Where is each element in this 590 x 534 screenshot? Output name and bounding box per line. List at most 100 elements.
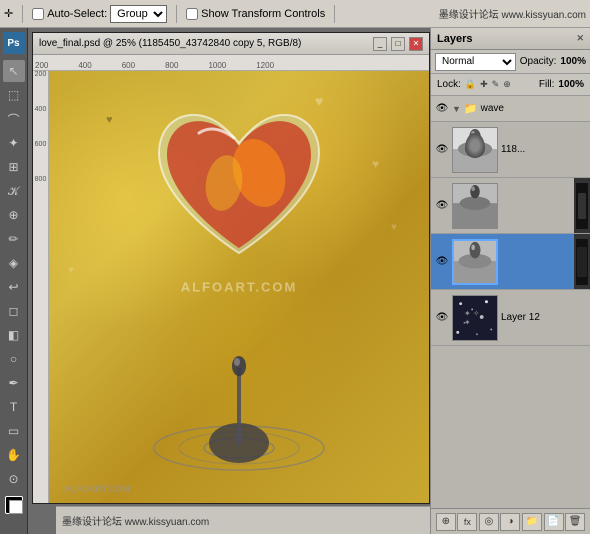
separator-2 (176, 5, 177, 23)
eraser-tool[interactable]: ◻ (3, 300, 25, 322)
ruler-tick-800: 800 (165, 61, 178, 70)
panel-close-button[interactable]: ✕ (576, 33, 584, 44)
new-group-button[interactable]: 📁 (522, 513, 542, 531)
crop-tool[interactable]: ⊞ (3, 156, 25, 178)
ruler-h-content: 200 400 600 800 1000 1200 (33, 55, 304, 70)
layer1-thumb (452, 127, 498, 173)
show-transform-group: Show Transform Controls (186, 8, 325, 20)
ruler-tick-1000: 1000 (208, 61, 226, 70)
left-toolbar: Ps ↖ ⬚ ⌒ ✦ ⊞ 𝒦 ⊕ ✏ ◈ ↩ ◻ ◧ ○ ✒ T ▭ ✋ ⊙ (0, 28, 28, 534)
ruler-tick-v-400: 400 (35, 106, 47, 113)
layer-item-3[interactable]: 👁 (431, 234, 590, 290)
blend-mode-select[interactable]: Normal (435, 53, 516, 71)
layer2-eye[interactable]: 👁 (435, 199, 449, 213)
ruler-tick-600: 600 (122, 61, 135, 70)
pen-tool[interactable]: ✒ (3, 372, 25, 394)
zoom-tool[interactable]: ⊙ (3, 468, 25, 490)
ruler-tick-v-200: 200 (35, 71, 47, 78)
show-transform-label: Show Transform Controls (201, 8, 325, 20)
foreground-color[interactable] (5, 496, 23, 514)
ruler-tick-200: 200 (35, 61, 48, 70)
new-layer-button[interactable]: 📄 (544, 513, 564, 531)
fill-label: Fill: (539, 79, 555, 90)
layer1-eye[interactable]: 👁 (435, 143, 449, 157)
heart-image (139, 93, 339, 293)
healing-tool[interactable]: ⊕ (3, 204, 25, 226)
layer3-thumb (452, 239, 498, 285)
layer3-eye[interactable]: 👁 (435, 255, 449, 269)
bokeh-heart-3: ♥ (372, 157, 384, 169)
layer4-info: Layer 12 (501, 312, 586, 323)
clone-tool[interactable]: ◈ (3, 252, 25, 274)
group-name: wave (481, 103, 504, 114)
opacity-label: Opacity: (520, 56, 557, 67)
ruler-tick-v-600: 600 (35, 141, 47, 148)
canvas-titlebar: love_final.psd @ 25% (1185450_43742840 c… (33, 33, 429, 55)
layer-item-1[interactable]: 👁 118... (431, 122, 590, 178)
layer1-info: 118... (501, 144, 586, 155)
ruler-horizontal: 200 400 600 800 1000 1200 (33, 55, 429, 71)
canvas-area: love_final.psd @ 25% (1185450_43742840 c… (28, 28, 430, 534)
minimize-button[interactable]: _ (373, 37, 387, 51)
eyedropper-tool[interactable]: 𝒦 (3, 180, 25, 202)
canvas-window: love_final.psd @ 25% (1185450_43742840 c… (32, 32, 430, 504)
main-area: Ps ↖ ⬚ ⌒ ✦ ⊞ 𝒦 ⊕ ✏ ◈ ↩ ◻ ◧ ○ ✒ T ▭ ✋ ⊙ l… (0, 28, 590, 534)
ruler-tick-1200: 1200 (256, 61, 274, 70)
separator-3 (334, 5, 335, 23)
show-transform-checkbox[interactable] (186, 8, 198, 20)
group-arrow-icon[interactable]: ▼ (452, 104, 461, 114)
top-toolbar: ✛ Auto-Select: Group Show Transform Cont… (0, 0, 590, 28)
layer-item-4[interactable]: 👁 Layer 12 (431, 290, 590, 346)
fx-button[interactable]: fx (457, 513, 477, 531)
type-tool[interactable]: T (3, 396, 25, 418)
mask-button[interactable]: ◎ (479, 513, 499, 531)
layer4-name: Layer 12 (501, 312, 586, 323)
history-brush[interactable]: ↩ (3, 276, 25, 298)
layers-panel-title: Layers (437, 33, 472, 45)
canvas-watermark: ALFOART.COM (181, 280, 298, 295)
position-lock-icon[interactable]: ⊕ (503, 79, 511, 90)
layers-panel-header: Layers ✕ (431, 28, 590, 50)
group-select[interactable]: Group (110, 5, 167, 23)
adjustment-button[interactable]: ◑ (500, 513, 520, 531)
move-tool[interactable]: ↖ (3, 60, 25, 82)
layer2-right-mask (574, 178, 590, 233)
brush-tool[interactable]: ✏ (3, 228, 25, 250)
layer4-thumb (452, 295, 498, 341)
move-lock-icon[interactable]: ✚ (480, 79, 488, 90)
maximize-button[interactable]: □ (391, 37, 405, 51)
layer2-thumb (452, 183, 498, 229)
lock-row: Lock: 🔒 ✚ ✎ ⊕ Fill: 100% (431, 74, 590, 96)
magic-wand-tool[interactable]: ✦ (3, 132, 25, 154)
layer-item-2[interactable]: 👁 (431, 178, 590, 234)
canvas-image: ♥ ♥ ♥ ♥ ♥ (49, 71, 429, 503)
layer-list: 👁 ▼ 📁 wave 👁 118... (431, 96, 590, 508)
delete-layer-button[interactable]: 🗑 (565, 513, 585, 531)
layer-group-wave[interactable]: 👁 ▼ 📁 wave (431, 96, 590, 122)
layer1-name: 118... (501, 144, 586, 155)
fill-value: 100% (558, 79, 584, 90)
group-folder-icon: 📁 (464, 102, 478, 115)
close-button[interactable]: ✕ (409, 37, 423, 51)
ruler-vertical: 200 400 600 800 (33, 71, 49, 503)
gradient-tool[interactable]: ◧ (3, 324, 25, 346)
group-eye-icon[interactable]: 👁 (435, 102, 449, 116)
layer4-eye[interactable]: 👁 (435, 311, 449, 325)
shape-tool[interactable]: ▭ (3, 420, 25, 442)
dodge-tool[interactable]: ○ (3, 348, 25, 370)
hand-tool[interactable]: ✋ (3, 444, 25, 466)
move-tool-icon: ✛ (4, 7, 13, 20)
bottom-status-bar: 墨缘设计论坛 www.kissyuan.com (56, 506, 430, 534)
auto-select-checkbox[interactable] (32, 8, 44, 20)
canvas-content: ♥ ♥ ♥ ♥ ♥ (49, 71, 429, 503)
ruler-tick-v-800: 800 (35, 176, 47, 183)
selection-tool[interactable]: ⬚ (3, 84, 25, 106)
ruler-tick-400: 400 (78, 61, 91, 70)
lock-icon[interactable]: 🔒 (465, 79, 476, 90)
ps-logo: Ps (3, 32, 25, 54)
layers-panel: Layers ✕ Normal Opacity: 100% Lock: 🔒 ✚ … (430, 28, 590, 534)
link-layers-button[interactable]: ⊕ (436, 513, 456, 531)
paint-lock-icon[interactable]: ✎ (492, 79, 500, 90)
lasso-tool[interactable]: ⌒ (3, 108, 25, 130)
auto-select-label: Auto-Select: (47, 8, 107, 20)
